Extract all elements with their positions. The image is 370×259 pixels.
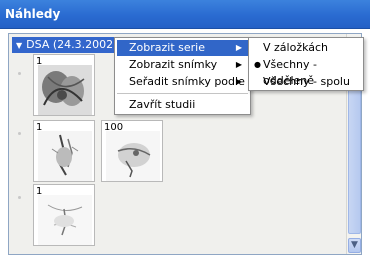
menu-item-label: Zobrazit serie	[129, 41, 205, 54]
window-title: Náhledy	[5, 7, 61, 21]
title-bar: Náhledy	[0, 0, 370, 29]
submenu-item-v-zalozkach[interactable]: V záložkách	[251, 40, 361, 56]
row-dot	[18, 132, 21, 135]
menu-item-zavrit-studii[interactable]: Zavřít studii	[117, 97, 248, 113]
row-dot	[18, 196, 21, 199]
thumbnail[interactable]: 1	[33, 54, 95, 116]
triangle-down-icon[interactable]: ▼	[16, 41, 22, 50]
xray-image-icon	[38, 65, 92, 115]
context-menu: Zobrazit serie ▶ Zobrazit snímky ▶ Seřad…	[114, 37, 251, 115]
triangle-right-icon: ▶	[235, 60, 242, 69]
nahledy-window: Náhledy ▼ DSA (24.3.2002) 1 1 100 1 ▼ Zo…	[0, 0, 370, 259]
thumbnail[interactable]: 1	[33, 184, 95, 246]
menu-item-zobrazit-snimky[interactable]: Zobrazit snímky ▶	[117, 57, 248, 73]
thumbnail[interactable]: 100	[101, 120, 163, 182]
radio-bullet-icon: ●	[254, 60, 261, 69]
thumbnail[interactable]: 1	[33, 120, 95, 182]
submenu-item-vsechny-spolu[interactable]: Všechny - spolu	[251, 74, 361, 90]
menu-item-label: Všechny - spolu	[263, 75, 350, 88]
menu-item-label: V záložkách	[263, 41, 329, 54]
series-header-label: DSA (24.3.2002)	[26, 38, 118, 51]
menu-item-label: Zobrazit snímky	[129, 58, 218, 71]
xray-image-icon	[38, 131, 92, 181]
submenu-zobrazit-serie: V záložkách ● Všechny - odděleně Všechny…	[248, 37, 364, 91]
triangle-right-icon: ▶	[235, 43, 242, 52]
menu-separator	[117, 93, 248, 94]
menu-item-label: Zavřít studii	[129, 98, 196, 111]
xray-image-icon	[38, 195, 92, 245]
submenu-item-vsechny-oddelene[interactable]: ● Všechny - odděleně	[251, 57, 361, 87]
menu-item-zobrazit-serie[interactable]: Zobrazit serie ▶	[117, 40, 248, 56]
chevron-down-icon[interactable]: ▼	[348, 238, 361, 253]
row-dot	[18, 72, 21, 75]
series-group-header[interactable]: ▼ DSA (24.3.2002)	[12, 37, 119, 53]
menu-item-seradit-snimky[interactable]: Seřadit snímky podle ▶	[117, 74, 248, 90]
triangle-right-icon: ▶	[235, 77, 242, 86]
menu-item-label: Seřadit snímky podle	[129, 75, 245, 88]
xray-image-icon	[106, 131, 160, 181]
